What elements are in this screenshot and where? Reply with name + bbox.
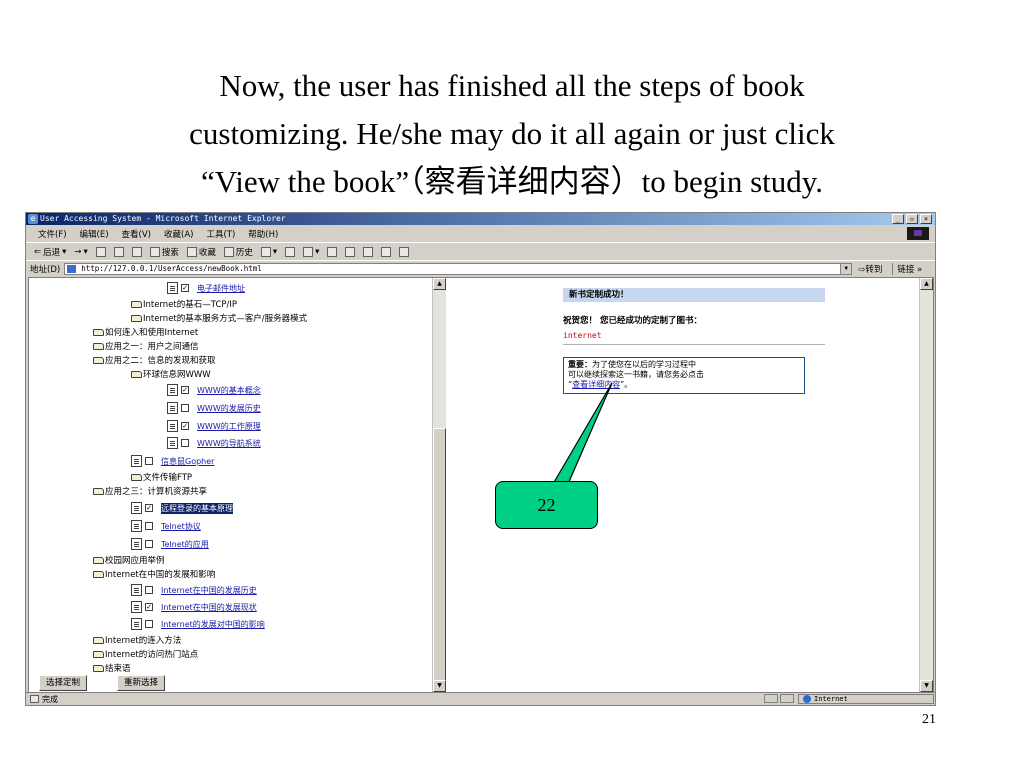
callout-pointer	[551, 382, 613, 485]
slide-number: 21	[922, 712, 936, 727]
callout-label: 22	[495, 481, 598, 529]
callout-arrow	[551, 382, 613, 485]
